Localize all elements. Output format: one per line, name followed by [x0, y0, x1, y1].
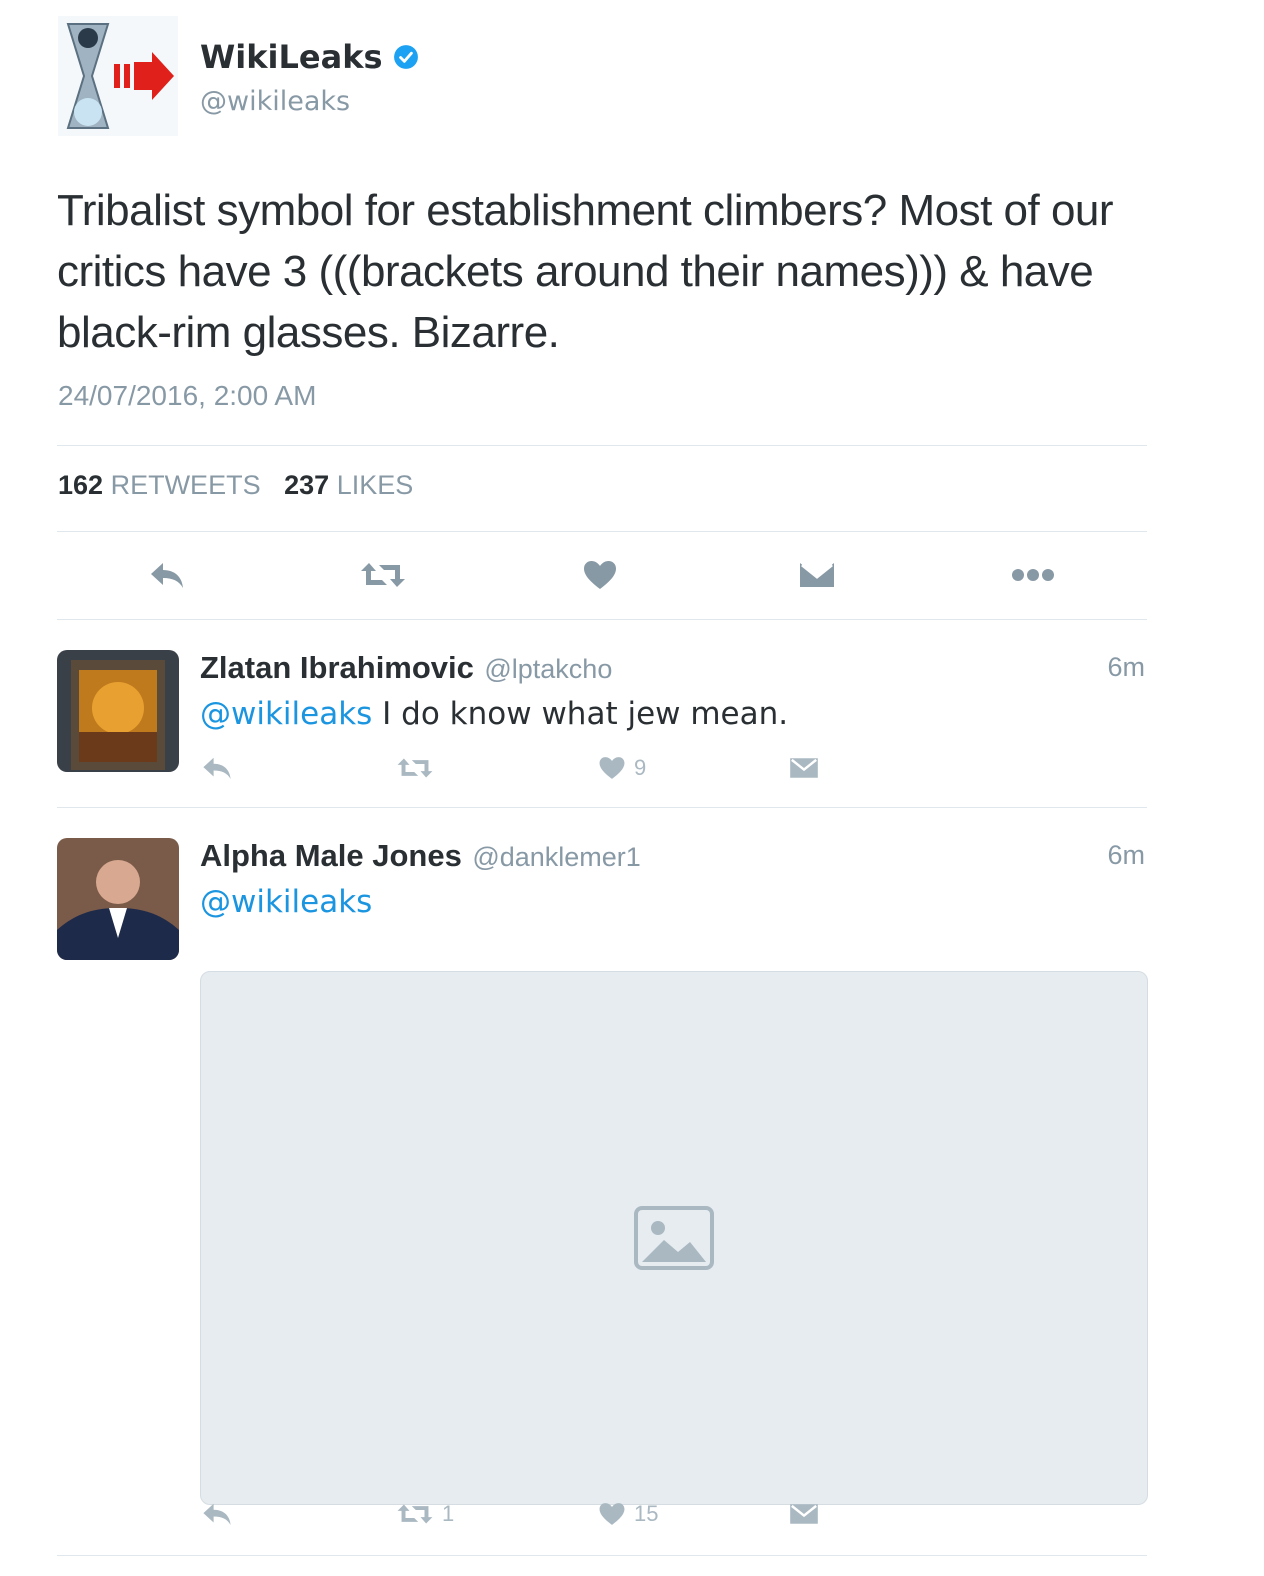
more-button[interactable]	[1003, 552, 1063, 598]
verified-badge-icon	[393, 45, 418, 69]
mention-link[interactable]: @wikileaks	[200, 884, 372, 920]
reply-body: I do know what jew mean.	[372, 696, 789, 732]
message-button[interactable]	[787, 552, 847, 598]
tweet-stats: 162 RETWEETS 237 LIKES	[58, 470, 429, 501]
retweets-label[interactable]: RETWEETS	[111, 470, 261, 500]
divider	[57, 619, 1147, 620]
retweets-count[interactable]: 162	[58, 470, 103, 500]
message-button[interactable]	[788, 748, 820, 788]
reply-avatar[interactable]	[57, 650, 179, 772]
author-avatar[interactable]	[58, 16, 178, 136]
divider	[57, 1555, 1147, 1556]
retweet-button[interactable]	[353, 552, 413, 598]
reply-author-name[interactable]: Zlatan Ibrahimovic	[200, 650, 474, 685]
like-icon	[584, 561, 616, 589]
like-button[interactable]	[570, 552, 630, 598]
more-icon	[1012, 569, 1054, 581]
likes-label[interactable]: LIKES	[337, 470, 414, 500]
message-button[interactable]	[788, 1494, 820, 1534]
reply-text: @wikileaks I do know what jew mean.	[200, 696, 788, 732]
reply-time[interactable]: 6m	[1107, 840, 1145, 871]
author-handle[interactable]: @wikileaks	[200, 86, 419, 117]
like-count: 9	[634, 755, 647, 780]
message-icon	[800, 563, 834, 587]
reply-icon	[203, 1503, 231, 1526]
retweet-icon	[397, 1504, 433, 1524]
reply-tweet: Alpha Male Jones @danklemer1 6m @wikilea…	[57, 838, 1148, 1558]
like-icon	[599, 757, 625, 779]
reply-author-handle[interactable]: @danklemer1	[472, 842, 641, 872]
message-icon	[790, 758, 818, 778]
like-icon	[599, 1503, 625, 1525]
media-placeholder	[200, 971, 1148, 1505]
reply-author-name[interactable]: Alpha Male Jones	[200, 838, 462, 873]
tweet-action-bar	[57, 540, 1147, 610]
divider	[57, 531, 1147, 532]
likes-count[interactable]: 237	[284, 470, 329, 500]
retweet-icon	[361, 563, 405, 587]
image-placeholder-icon	[634, 1206, 714, 1270]
reply-text: @wikileaks	[200, 884, 372, 920]
reply-avatar[interactable]	[57, 838, 179, 960]
like-count: 15	[634, 1501, 659, 1526]
reply-tweet: Zlatan Ibrahimovic @lptakcho 6m @wikilea…	[57, 650, 1147, 790]
retweet-icon	[397, 758, 433, 778]
retweet-button[interactable]	[396, 748, 434, 788]
reply-icon	[151, 563, 183, 588]
reply-button[interactable]	[200, 748, 234, 788]
tweet-text: Tribalist symbol for establishment climb…	[57, 186, 1114, 357]
message-icon	[790, 1504, 818, 1524]
tweet-timestamp[interactable]: 24/07/2016, 2:00 AM	[58, 380, 316, 412]
reply-author-handle[interactable]: @lptakcho	[484, 654, 612, 684]
wikileaks-logo-icon	[58, 16, 178, 136]
avatar-image-icon	[57, 650, 179, 772]
reply-icon	[203, 757, 231, 780]
like-button[interactable]: 15	[598, 1494, 658, 1534]
retweet-button[interactable]: 1	[396, 1494, 454, 1534]
divider	[57, 445, 1147, 446]
retweet-count: 1	[442, 1501, 455, 1526]
divider	[57, 807, 1147, 808]
reply-time[interactable]: 6m	[1107, 652, 1145, 683]
like-button[interactable]: 9	[598, 748, 646, 788]
reply-button[interactable]	[200, 1494, 234, 1534]
reply-action-bar: 9	[200, 748, 900, 788]
author-name[interactable]: WikiLeaks	[200, 38, 383, 76]
avatar-image-icon	[57, 838, 179, 960]
reply-button[interactable]	[137, 552, 197, 598]
reply-action-bar: 1 15	[200, 1494, 900, 1534]
mention-link[interactable]: @wikileaks	[200, 696, 372, 732]
